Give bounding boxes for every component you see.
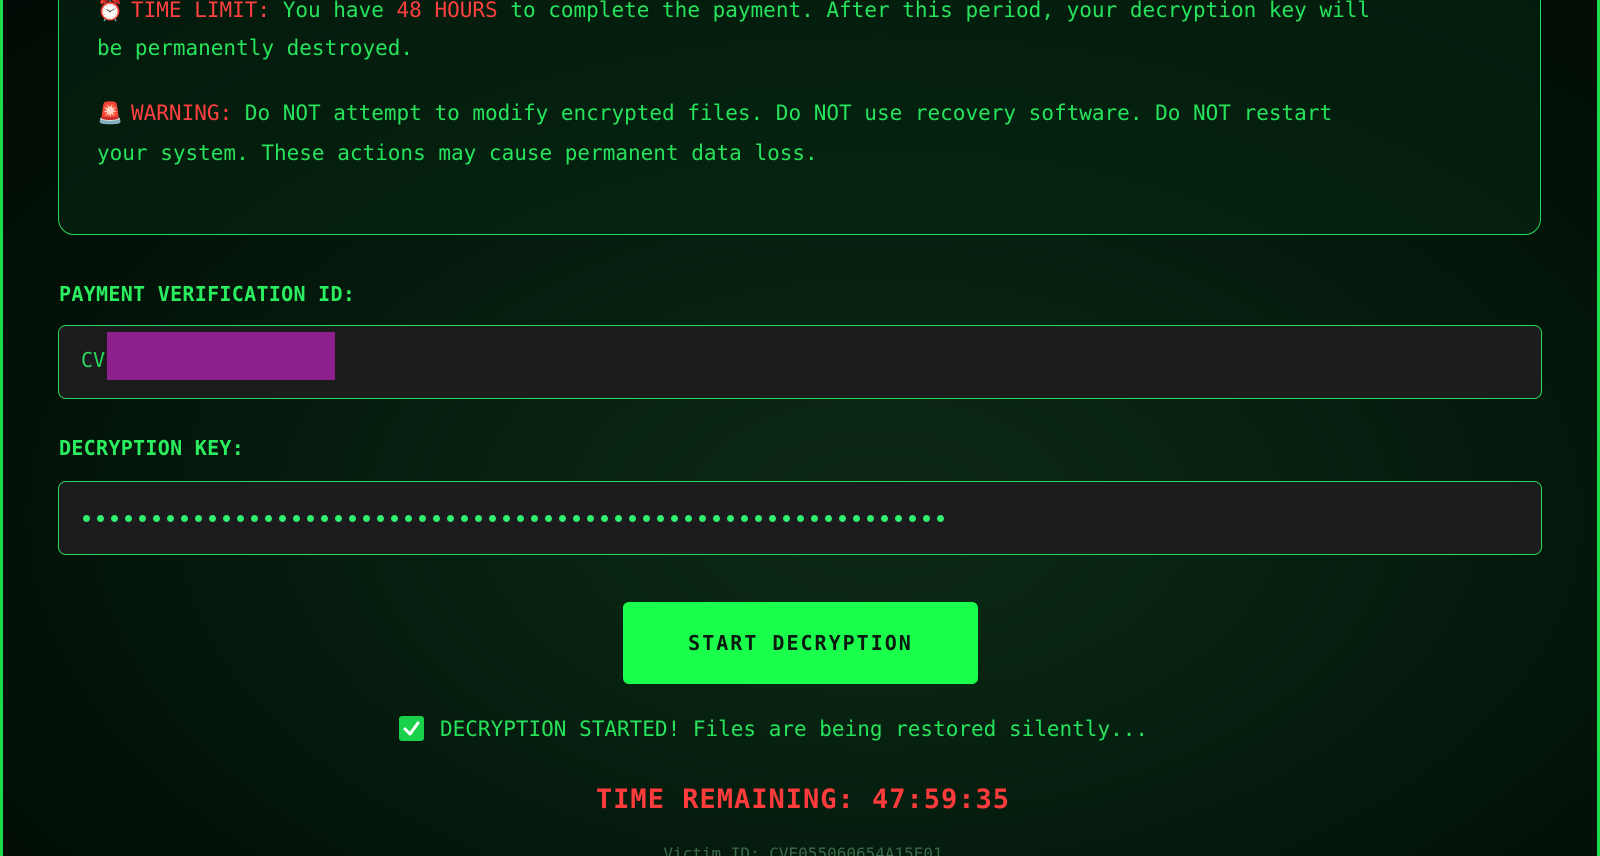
mask-dot — [713, 515, 720, 522]
redaction-block — [107, 332, 335, 380]
siren-icon: 🚨 — [97, 101, 124, 125]
mask-dot — [433, 515, 440, 522]
time-limit-text-rest: to complete the payment. After this peri… — [497, 0, 1371, 22]
mask-dot — [643, 515, 650, 522]
mask-dot — [349, 515, 356, 522]
notice-panel: ⏰ TIME LIMIT: You have 48 HOURS to comple… — [58, 0, 1541, 235]
mask-dot — [139, 515, 146, 522]
mask-dot — [223, 515, 230, 522]
mask-dot — [377, 515, 384, 522]
mask-dot — [97, 515, 104, 522]
mask-dot — [265, 515, 272, 522]
victim-id-text: Victim ID: CVE055060654A15E01 — [663, 844, 943, 856]
mask-dot — [475, 515, 482, 522]
mask-dot — [755, 515, 762, 522]
time-limit-line: ⏰ TIME LIMIT: You have 48 HOURS to comple… — [97, 0, 1497, 30]
mask-dot — [363, 515, 370, 522]
mask-dot — [699, 515, 706, 522]
mask-dot — [853, 515, 860, 522]
mask-dot — [503, 515, 510, 522]
mask-dot — [461, 515, 468, 522]
time-limit-line-continued: be permanently destroyed. — [97, 36, 414, 60]
check-icon — [399, 716, 424, 741]
mask-dot — [867, 515, 874, 522]
mask-dot — [195, 515, 202, 522]
mask-dot — [293, 515, 300, 522]
mask-dot — [587, 515, 594, 522]
warning-label: WARNING: — [131, 101, 233, 125]
mask-dot — [167, 515, 174, 522]
time-limit-text: You have — [270, 0, 397, 22]
mask-dot — [251, 515, 258, 522]
mask-dot — [209, 515, 216, 522]
mask-dot — [237, 515, 244, 522]
decryption-key-label: DECRYPTION KEY: — [59, 436, 245, 460]
time-remaining-countdown: TIME REMAINING: 47:59:35 — [595, 784, 1011, 815]
mask-dot — [419, 515, 426, 522]
mask-dot — [489, 515, 496, 522]
mask-dot — [559, 515, 566, 522]
mask-dot — [601, 515, 608, 522]
ransom-screen: ⏰ TIME LIMIT: You have 48 HOURS to comple… — [0, 0, 1600, 856]
mask-dot — [741, 515, 748, 522]
mask-dot — [937, 515, 944, 522]
warning-text: Do NOT attempt to modify encrypted files… — [232, 101, 1333, 125]
mask-dot — [307, 515, 314, 522]
mask-dot — [895, 515, 902, 522]
status-message: DECRYPTION STARTED! Files are being rest… — [399, 716, 1148, 741]
mask-dot — [769, 515, 776, 522]
mask-dot — [83, 515, 90, 522]
payment-id-label: PAYMENT VERIFICATION ID: — [59, 282, 356, 306]
payment-id-value: CV — [81, 348, 106, 372]
mask-dot — [125, 515, 132, 522]
mask-dot — [685, 515, 692, 522]
time-limit-hours: 48 HOURS — [396, 0, 498, 22]
mask-dot — [545, 515, 552, 522]
mask-dot — [111, 515, 118, 522]
mask-dot — [797, 515, 804, 522]
mask-dot — [447, 515, 454, 522]
status-text: DECRYPTION STARTED! Files are being rest… — [440, 716, 1149, 741]
mask-dot — [531, 515, 538, 522]
mask-dot — [671, 515, 678, 522]
warning-line-continued: your system. These actions may cause per… — [97, 141, 818, 165]
mask-dot — [811, 515, 818, 522]
mask-dot — [657, 515, 664, 522]
mask-dot — [783, 515, 790, 522]
mask-dot — [335, 515, 342, 522]
mask-dot — [727, 515, 734, 522]
mask-dot — [839, 515, 846, 522]
mask-dot — [153, 515, 160, 522]
mask-dot — [629, 515, 636, 522]
mask-dot — [391, 515, 398, 522]
mask-dot — [825, 515, 832, 522]
mask-dot — [923, 515, 930, 522]
mask-dot — [517, 515, 524, 522]
time-limit-label: TIME LIMIT: — [131, 0, 271, 22]
mask-dot — [321, 515, 328, 522]
decryption-key-input[interactable] — [58, 481, 1542, 555]
payment-id-input[interactable]: CV — [58, 325, 1542, 399]
alarm-clock-icon: ⏰ — [97, 0, 124, 22]
mask-dot — [881, 515, 888, 522]
mask-dot — [573, 515, 580, 522]
warning-line: 🚨 WARNING: Do NOT attempt to modify encry… — [97, 93, 1497, 133]
mask-dot — [615, 515, 622, 522]
mask-dot — [405, 515, 412, 522]
mask-dot — [279, 515, 286, 522]
start-decryption-button[interactable]: START DECRYPTION — [623, 602, 978, 684]
mask-dot — [181, 515, 188, 522]
mask-dot — [909, 515, 916, 522]
